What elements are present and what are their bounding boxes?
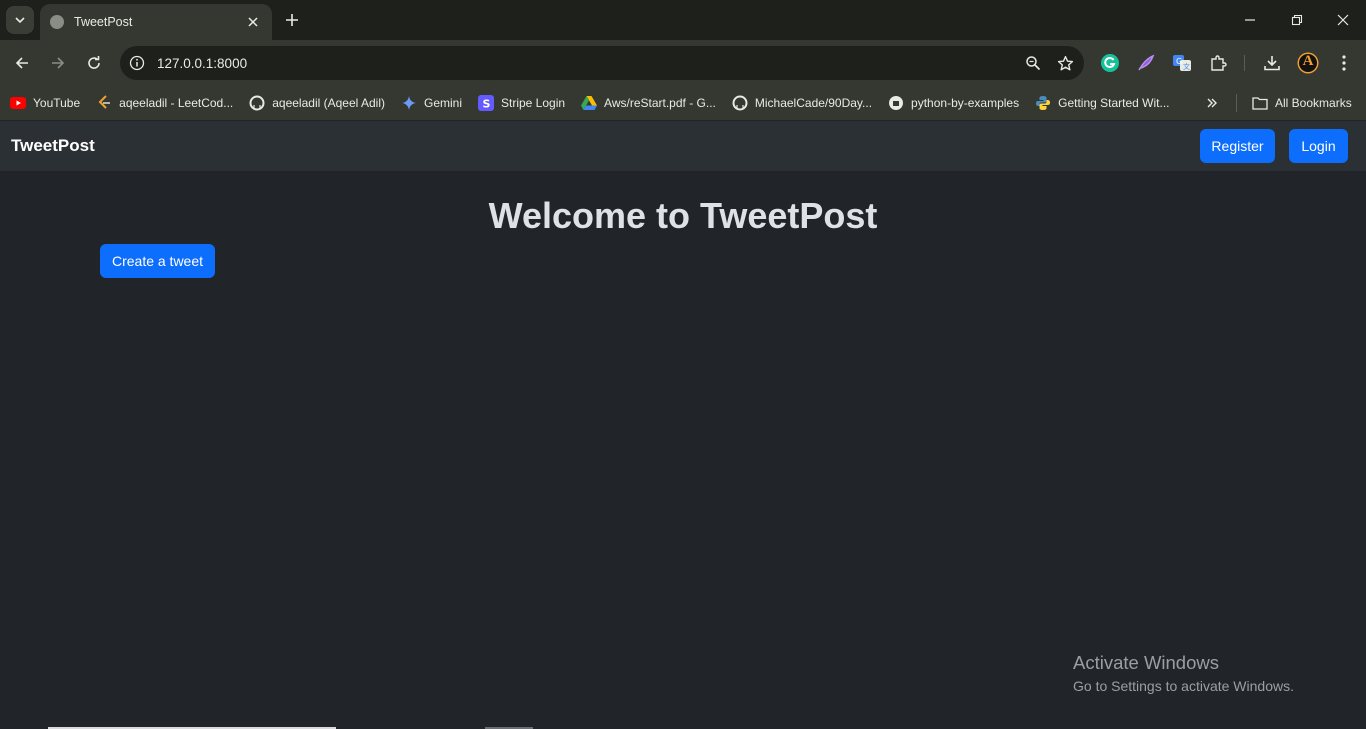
browser-tabstrip: TweetPost — [0, 0, 1366, 40]
site-navbar: TweetPost Register Login — [0, 121, 1366, 171]
register-button[interactable]: Register — [1200, 129, 1275, 163]
python-icon — [1035, 95, 1051, 111]
minimize-icon — [1245, 19, 1255, 21]
plus-icon — [286, 14, 298, 26]
bookmarks-bar: YouTube aqeeladil - LeetCod... aqeeladil… — [0, 86, 1366, 120]
all-bookmarks-button[interactable]: All Bookmarks — [1252, 90, 1352, 116]
bookmark-label: python-by-examples — [911, 96, 1020, 110]
bookmark-label: Stripe Login — [501, 96, 566, 110]
profile-avatar[interactable]: A — [1296, 51, 1320, 75]
all-bookmarks-label: All Bookmarks — [1275, 96, 1352, 110]
browser-menu-button[interactable] — [1332, 51, 1356, 75]
extensions-puzzle-icon[interactable] — [1206, 51, 1230, 75]
bookmark-label: Gemini — [423, 96, 462, 110]
bookmark-label: aqeeladil (Aqeel Adil) — [272, 96, 385, 110]
windows-activation-watermark: Activate Windows Go to Settings to activ… — [1073, 652, 1294, 694]
svg-text:S: S — [483, 98, 491, 111]
forward-button[interactable] — [45, 50, 71, 76]
new-tab-button[interactable] — [280, 8, 304, 32]
close-icon — [248, 17, 258, 27]
bookmark-getting-started[interactable]: Getting Started Wit... — [1035, 90, 1177, 116]
bookmark-label: YouTube — [33, 96, 81, 110]
downloads-icon[interactable] — [1260, 51, 1284, 75]
url-text[interactable]: 127.0.0.1:8000 — [157, 56, 1020, 71]
svg-text:G: G — [1176, 57, 1182, 66]
google-translate-icon[interactable]: G文 — [1170, 51, 1194, 75]
quill-extension-icon[interactable] — [1134, 51, 1158, 75]
page-title: Welcome to TweetPost — [488, 195, 878, 236]
github-icon — [732, 95, 748, 111]
tab-title: TweetPost — [74, 15, 133, 29]
browser-tab[interactable]: TweetPost — [40, 4, 272, 40]
browser-toolbar: 127.0.0.1:8000 G文 A — [0, 40, 1366, 86]
create-tweet-button[interactable]: Create a tweet — [100, 244, 215, 278]
stripe-icon: S — [478, 95, 494, 111]
bookmarks-divider — [1236, 94, 1237, 112]
bookmark-label: MichaelCade/90Day... — [754, 96, 873, 110]
watermark-subtitle: Go to Settings to activate Windows. — [1073, 678, 1294, 694]
toolbar-divider — [1244, 55, 1245, 71]
globe-icon — [50, 15, 64, 29]
gemini-icon — [401, 95, 417, 111]
svg-text:文: 文 — [1183, 62, 1190, 71]
bookmark-label: Aws/reStart.pdf - G... — [604, 96, 716, 110]
github-icon — [249, 95, 265, 111]
restore-button[interactable] — [1285, 8, 1309, 32]
address-bar[interactable]: 127.0.0.1:8000 — [120, 46, 1084, 80]
brand-logo[interactable]: TweetPost — [11, 136, 95, 156]
double-chevron-right-icon — [1207, 98, 1217, 108]
bookmark-python-by-examples[interactable]: python-by-examples — [888, 90, 1027, 116]
bookmark-gemini[interactable]: Gemini — [401, 90, 470, 116]
bookmark-google-drive[interactable]: Aws/reStart.pdf - G... — [581, 90, 724, 116]
tab-close-button[interactable] — [244, 13, 262, 31]
zoom-icon[interactable] — [1020, 50, 1046, 76]
bookmarks-overflow-button[interactable] — [1200, 90, 1224, 116]
bookmark-stripe[interactable]: S Stripe Login — [478, 90, 573, 116]
folder-icon — [1252, 95, 1268, 111]
profile-initial: A — [1302, 53, 1314, 69]
login-button[interactable]: Login — [1289, 129, 1348, 163]
python-examples-icon — [888, 95, 904, 111]
watermark-title: Activate Windows — [1073, 652, 1219, 673]
close-icon — [1337, 14, 1349, 26]
site-info-icon[interactable] — [126, 52, 148, 74]
reload-icon — [88, 56, 100, 69]
arrow-right-icon — [52, 57, 65, 69]
leetcode-icon — [96, 95, 112, 111]
youtube-icon — [10, 95, 26, 111]
bookmark-label: aqeeladil - LeetCod... — [119, 96, 234, 110]
bookmark-youtube[interactable]: YouTube — [10, 90, 88, 116]
bookmark-leetcode[interactable]: aqeeladil - LeetCod... — [96, 90, 241, 116]
restore-icon — [1291, 14, 1303, 26]
arrow-left-icon — [15, 57, 28, 69]
chevron-down-icon — [15, 17, 25, 24]
bookmark-github-90days[interactable]: MichaelCade/90Day... — [732, 90, 880, 116]
bookmark-star-icon[interactable] — [1052, 50, 1078, 76]
close-window-button[interactable] — [1331, 8, 1355, 32]
reload-button[interactable] — [81, 50, 107, 76]
minimize-button[interactable] — [1238, 8, 1262, 32]
back-button[interactable] — [9, 50, 35, 76]
bookmark-label: Getting Started Wit... — [1058, 96, 1170, 110]
tab-search-button[interactable] — [6, 6, 34, 34]
bookmark-github-profile[interactable]: aqeeladil (Aqeel Adil) — [249, 90, 393, 116]
grammarly-icon[interactable] — [1098, 51, 1122, 75]
more-vertical-icon — [1342, 55, 1346, 71]
google-drive-icon — [581, 95, 598, 111]
